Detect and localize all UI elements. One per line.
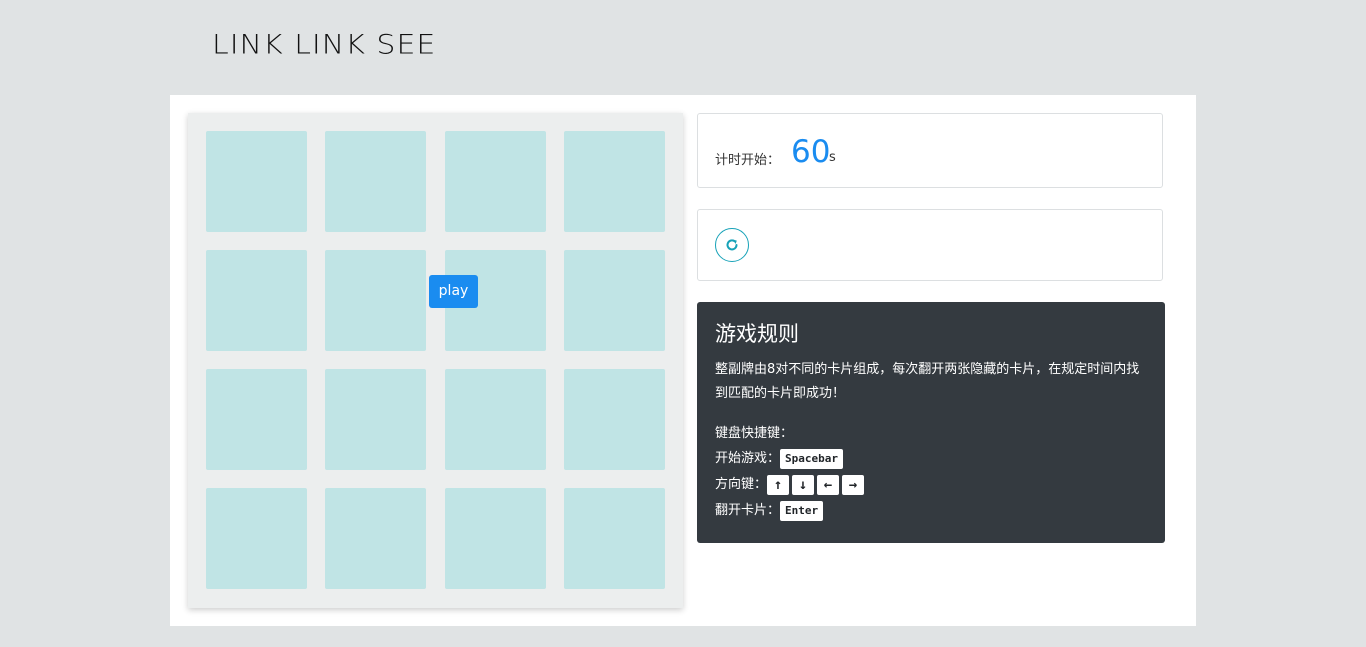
shortcut-arrows-row: 方向键： ↑ ↓ ← →	[715, 475, 867, 495]
refresh-icon	[726, 239, 738, 251]
card-3[interactable]	[445, 131, 546, 232]
card-14[interactable]	[325, 488, 426, 589]
card-15[interactable]	[445, 488, 546, 589]
app-logo: LINK LINK SEE	[212, 29, 437, 61]
card-10[interactable]	[325, 369, 426, 470]
enter-key: Enter	[780, 501, 824, 521]
rules-panel: 游戏规则 整副牌由8对不同的卡片组成，每次翻开两张隐藏的卡片，在规定时间内找到匹…	[697, 302, 1165, 543]
control-panel	[697, 209, 1163, 281]
refresh-button[interactable]	[715, 228, 749, 262]
rules-description: 整副牌由8对不同的卡片组成，每次翻开两张隐藏的卡片，在规定时间内找到匹配的卡片即…	[715, 362, 1140, 401]
flip-label: 翻开卡片：	[715, 503, 781, 518]
card-5[interactable]	[206, 250, 307, 351]
arrow-up-icon: ↑	[767, 475, 790, 495]
card-8[interactable]	[564, 250, 665, 351]
card-4[interactable]	[564, 131, 665, 232]
shortcuts-heading: 键盘快捷键：	[715, 424, 793, 444]
arrows-label: 方向键：	[715, 477, 768, 492]
card-6[interactable]	[325, 250, 426, 351]
timer-panel: 计时开始： 60 s	[697, 113, 1163, 188]
rules-title: 游戏规则	[715, 322, 799, 346]
card-9[interactable]	[206, 369, 307, 470]
play-button[interactable]: play	[429, 275, 478, 308]
card-12[interactable]	[564, 369, 665, 470]
card-16[interactable]	[564, 488, 665, 589]
shortcut-start-row: 开始游戏： Spacebar	[715, 449, 846, 469]
main-container: play 计时开始： 60 s 游戏规则 整副牌由8对不同的卡片组成，每次翻开两…	[170, 95, 1196, 626]
shortcuts-label: 键盘快捷键：	[715, 426, 794, 441]
game-board: play	[188, 113, 683, 608]
card-13[interactable]	[206, 488, 307, 589]
arrow-right-icon: →	[842, 475, 865, 495]
arrow-left-icon: ←	[817, 475, 840, 495]
timer-label: 计时开始：	[715, 153, 781, 168]
shortcut-flip-row: 翻开卡片： Enter	[715, 501, 826, 521]
start-label: 开始游戏：	[715, 451, 781, 466]
timer-unit: s	[829, 150, 836, 165]
card-11[interactable]	[445, 369, 546, 470]
timer-value: 60	[791, 134, 831, 170]
arrow-down-icon: ↓	[792, 475, 815, 495]
card-1[interactable]	[206, 131, 307, 232]
spacebar-key: Spacebar	[780, 449, 843, 469]
card-2[interactable]	[325, 131, 426, 232]
